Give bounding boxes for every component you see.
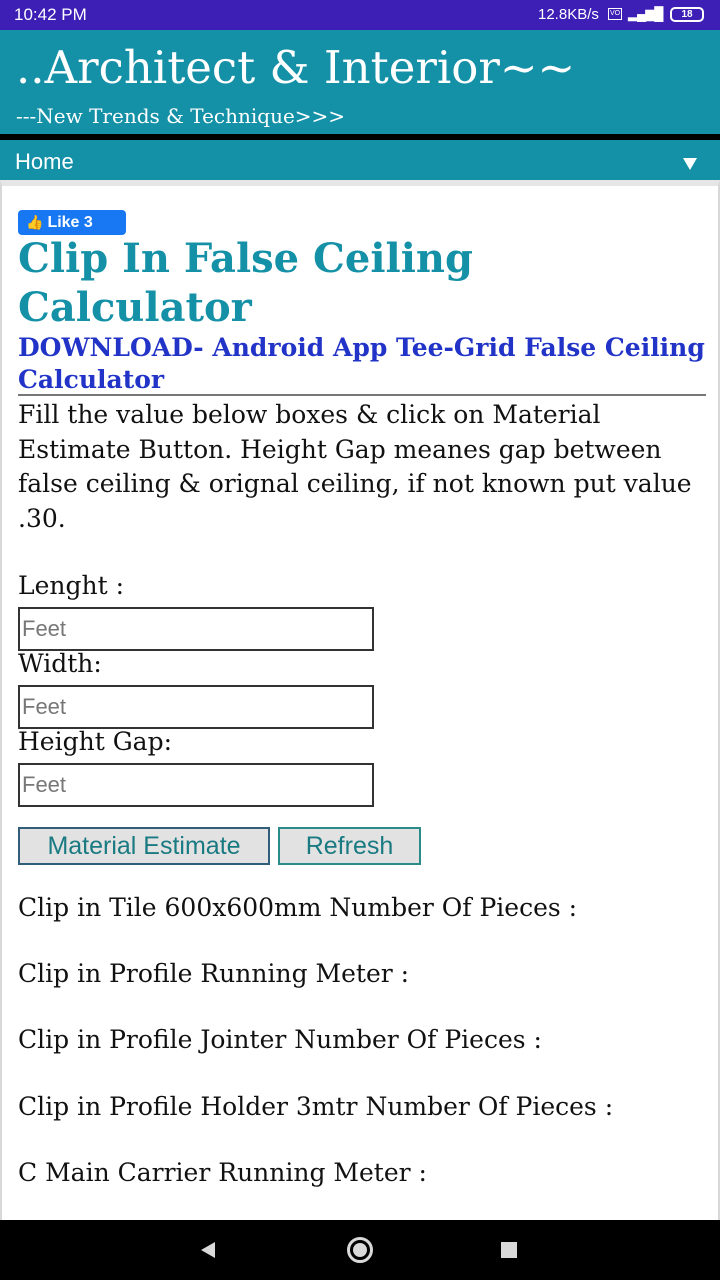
like-label: Like 3 <box>47 214 93 231</box>
site-header: ..Architect & Interior~~ ---New Trends &… <box>0 30 720 134</box>
back-icon[interactable] <box>201 1242 215 1258</box>
site-tagline: ---New Trends & Technique>>> <box>16 104 346 128</box>
dropdown-caret-icon[interactable] <box>683 158 697 170</box>
divider <box>18 394 706 396</box>
volte-icon: VO <box>608 8 622 20</box>
network-speed: 12.8KB/s <box>538 6 599 23</box>
download-app-link[interactable]: DOWNLOAD- Android App Tee-Grid False Cei… <box>18 332 708 396</box>
height-gap-label: Height Gap: <box>18 727 172 756</box>
material-estimate-button[interactable]: Material Estimate <box>18 827 270 865</box>
status-bar: 10:42 PM 12.8KB/s VO ▂▄▆█ 18 <box>0 0 720 30</box>
signal-icon: ▂▄▆█ <box>628 6 663 21</box>
thumbs-up-icon: 👍 <box>26 214 44 230</box>
site-title[interactable]: ..Architect & Interior~~ <box>16 40 575 96</box>
length-label: Lenght : <box>18 571 125 600</box>
refresh-button[interactable]: Refresh <box>278 827 421 865</box>
recent-apps-icon[interactable] <box>501 1242 517 1258</box>
result-profile-jointer: Clip in Profile Jointer Number Of Pieces… <box>18 1025 542 1054</box>
main-content: 👍 Like 3 Clip In False Ceiling Calculator… <box>0 180 720 1220</box>
system-nav-bar <box>0 1220 720 1280</box>
facebook-like-button[interactable]: 👍 Like 3 <box>18 210 126 235</box>
result-profile-running: Clip in Profile Running Meter : <box>18 959 410 988</box>
width-input[interactable] <box>18 685 374 729</box>
page-title: Clip In False Ceiling Calculator <box>18 235 473 331</box>
status-time: 10:42 PM <box>14 5 87 24</box>
result-clip-tile: Clip in Tile 600x600mm Number Of Pieces … <box>18 893 578 922</box>
nav-menu[interactable]: Home <box>0 140 720 180</box>
length-input[interactable] <box>18 607 374 651</box>
result-profile-holder: Clip in Profile Holder 3mtr Number Of Pi… <box>18 1092 614 1121</box>
result-main-carrier: C Main Carrier Running Meter : <box>18 1158 427 1187</box>
nav-home-link[interactable]: Home <box>15 149 74 175</box>
width-label: Width: <box>18 649 102 678</box>
height-gap-input[interactable] <box>18 763 374 807</box>
battery-icon: 18 <box>670 7 704 22</box>
home-icon[interactable] <box>347 1237 373 1263</box>
intro-text: Fill the value below boxes & click on Ma… <box>18 400 692 533</box>
